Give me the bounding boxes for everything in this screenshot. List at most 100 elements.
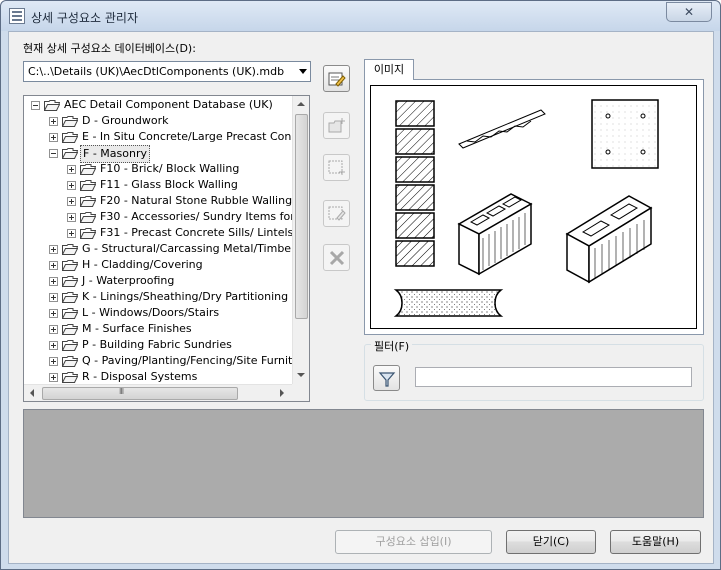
expand-toggle-icon[interactable]: [49, 245, 58, 254]
expand-toggle-icon[interactable]: [49, 325, 58, 334]
tree-item-label: P - Building Fabric Sundries: [82, 338, 232, 351]
tree-item-label: F31 - Precast Concrete Sills/ Lintels/ C…: [100, 226, 292, 239]
expand-toggle-icon[interactable]: [49, 277, 58, 286]
expand-toggle-icon[interactable]: [49, 373, 58, 382]
tree-item-label: J - Waterproofing: [82, 274, 175, 287]
database-select[interactable]: C:\..\Details (UK)\AecDtlComponents (UK)…: [23, 61, 311, 82]
expand-toggle-icon[interactable]: [67, 181, 76, 190]
database-label: 현재 상세 구성요소 데이터베이스(D):: [23, 42, 196, 55]
folder-icon: [61, 132, 79, 143]
tree-item[interactable]: F30 - Accessories/ Sundry Items for Bric…: [24, 209, 292, 225]
tree-item[interactable]: F10 - Brick/ Block Walling: [24, 161, 292, 177]
tree-item[interactable]: J - Waterproofing: [24, 273, 292, 289]
folder-icon: [61, 244, 79, 255]
tab-image[interactable]: 이미지: [364, 59, 414, 80]
expand-toggle-icon[interactable]: [67, 165, 76, 174]
tree-item-label: H - Cladding/Covering: [82, 258, 203, 271]
tree-item[interactable]: Q - Paving/Planting/Fencing/Site Furnitu…: [24, 353, 292, 369]
tree-vertical-scroll-thumb[interactable]: [295, 114, 308, 319]
tree-item-label: F10 - Brick/ Block Walling: [100, 162, 240, 175]
filter-button[interactable]: [373, 365, 400, 391]
scroll-down-arrow-icon[interactable]: [297, 373, 305, 377]
folder-icon: [61, 116, 79, 127]
expand-toggle-icon[interactable]: [67, 197, 76, 206]
tree-item-label: F30 - Accessories/ Sundry Items for Bric…: [100, 210, 292, 223]
collapse-toggle-icon[interactable]: [31, 101, 40, 110]
new-component-button[interactable]: [323, 154, 350, 181]
expand-toggle-icon[interactable]: [67, 213, 76, 222]
collapse-toggle-icon[interactable]: [49, 149, 58, 158]
edit-database-icon: [328, 72, 346, 87]
folder-icon: [61, 308, 79, 319]
tree-item[interactable]: L - Windows/Doors/Stairs: [24, 305, 292, 321]
folder-icon: [61, 276, 79, 287]
component-preview-drawing: [370, 85, 697, 329]
expand-toggle-icon[interactable]: [49, 309, 58, 318]
tree-horizontal-scroll-thumb[interactable]: [42, 387, 238, 400]
scroll-right-arrow-icon[interactable]: [280, 389, 284, 397]
tree-item-label: M - Surface Finishes: [82, 322, 192, 335]
tree-item-label: F20 - Natural Stone Rubble Walling: [100, 194, 292, 207]
tree-item-label: Q - Paving/Planting/Fencing/Site Furnitu…: [82, 354, 292, 367]
expand-toggle-icon[interactable]: [67, 229, 76, 238]
tree-item[interactable]: E - In Situ Concrete/Large Precast Concr…: [24, 129, 292, 145]
tree-item-label: G - Structural/Carcassing Metal/Timber: [82, 242, 292, 255]
tree-item[interactable]: F20 - Natural Stone Rubble Walling: [24, 193, 292, 209]
window-close-button[interactable]: ✕: [666, 2, 712, 22]
insert-component-button[interactable]: 구성요소 삽입(I): [335, 530, 492, 554]
new-component-icon: [328, 160, 345, 175]
tree-item[interactable]: F11 - Glass Block Walling: [24, 177, 292, 193]
component-tree[interactable]: AEC Detail Component Database (UK) D - Gr…: [23, 95, 310, 402]
scroll-left-arrow-icon[interactable]: [30, 389, 34, 397]
new-folder-icon: [328, 118, 345, 133]
expand-toggle-icon[interactable]: [49, 341, 58, 350]
scroll-corner: [292, 384, 309, 401]
expand-toggle-icon[interactable]: [49, 293, 58, 302]
folder-icon: [79, 164, 97, 175]
tree-item[interactable]: F - Masonry: [24, 145, 292, 163]
filter-icon: [378, 372, 396, 387]
tree-item[interactable]: D - Groundwork: [24, 113, 292, 129]
tree-item-label: AEC Detail Component Database (UK): [64, 98, 273, 111]
delete-icon: [329, 250, 345, 266]
tree-content: AEC Detail Component Database (UK) D - Gr…: [24, 96, 292, 385]
edit-database-button[interactable]: [323, 65, 350, 92]
tree-horizontal-scrollbar[interactable]: III: [24, 384, 292, 401]
expand-toggle-icon[interactable]: [49, 117, 58, 126]
tree-root-item[interactable]: AEC Detail Component Database (UK): [24, 97, 292, 113]
expand-toggle-icon[interactable]: [49, 357, 58, 366]
edit-component-icon: [328, 206, 346, 221]
new-group-button[interactable]: [323, 112, 350, 139]
tree-vertical-scrollbar[interactable]: [292, 96, 309, 385]
tree-item[interactable]: H - Cladding/Covering: [24, 257, 292, 273]
filter-input[interactable]: [415, 367, 692, 387]
tree-item[interactable]: M - Surface Finishes: [24, 321, 292, 337]
component-description-panel: [23, 409, 704, 518]
expand-toggle-icon[interactable]: [49, 261, 58, 270]
folder-icon: [61, 292, 79, 303]
filter-label: 필터(F): [371, 338, 413, 354]
expand-toggle-icon[interactable]: [49, 133, 58, 142]
tree-item[interactable]: K - Linings/Sheathing/Dry Partitioning: [24, 289, 292, 305]
tree-item[interactable]: G - Structural/Carcassing Metal/Timber: [24, 241, 292, 257]
tree-item-label: R - Disposal Systems: [82, 370, 198, 383]
edit-component-button[interactable]: [323, 200, 350, 227]
folder-icon: [79, 196, 97, 207]
folder-icon: [61, 356, 79, 367]
scroll-up-arrow-icon[interactable]: [297, 102, 305, 106]
tree-item-label: L - Windows/Doors/Stairs: [82, 306, 220, 319]
component-manager-window: 상세 구성요소 관리자 ✕ 현재 상세 구성요소 데이터베이스(D): C:\.…: [0, 0, 721, 570]
masonry-preview-illustration: [393, 99, 659, 317]
help-button[interactable]: 도움말(H): [610, 530, 701, 554]
delete-button[interactable]: [323, 244, 350, 271]
window-app-icon: [9, 8, 25, 24]
tree-item[interactable]: P - Building Fabric Sundries: [24, 337, 292, 353]
database-select-value: C:\..\Details (UK)\AecDtlComponents (UK)…: [28, 65, 285, 78]
scroll-grip: III: [119, 387, 124, 396]
title-bar[interactable]: 상세 구성요소 관리자 ✕: [1, 1, 720, 31]
tree-item[interactable]: F31 - Precast Concrete Sills/ Lintels/ C…: [24, 225, 292, 241]
close-button[interactable]: 닫기(C): [506, 530, 596, 554]
tree-item-label: K - Linings/Sheathing/Dry Partitioning: [82, 290, 289, 303]
dropdown-arrow-icon[interactable]: [299, 69, 307, 74]
tree-item[interactable]: R - Disposal Systems: [24, 369, 292, 385]
